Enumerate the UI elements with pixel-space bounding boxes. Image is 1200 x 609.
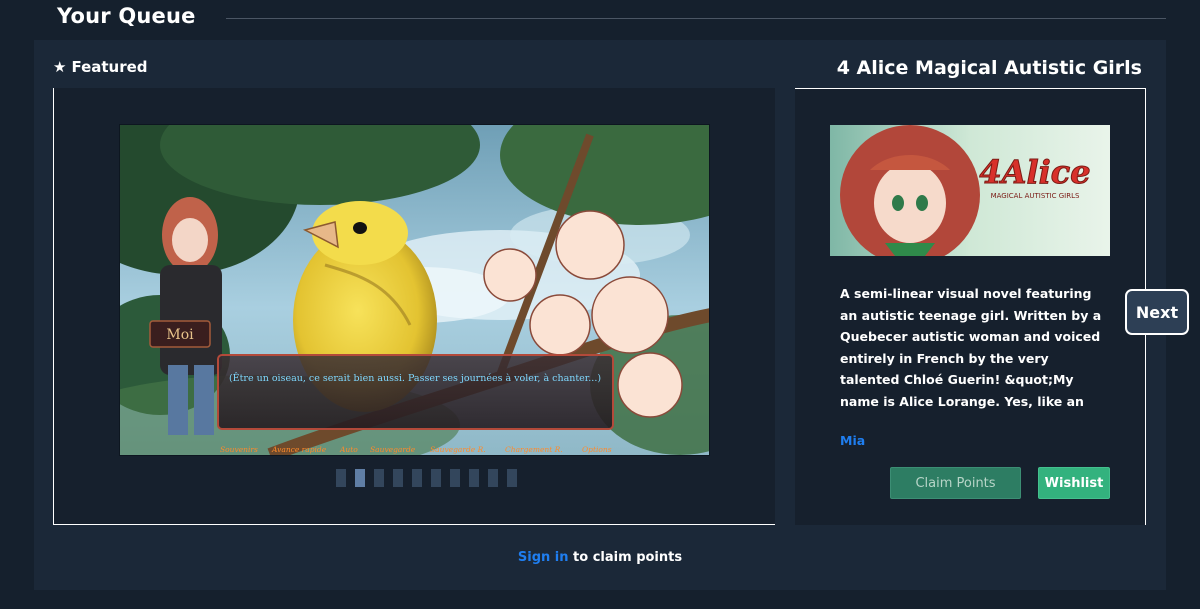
signin-prompt: Sign in to claim points — [0, 550, 1200, 565]
carousel-dot[interactable] — [469, 469, 479, 487]
screenshot-carousel-dots — [336, 469, 517, 487]
vn-menu-souvenirs: Souvenirs — [220, 445, 258, 454]
game-title[interactable]: 4 Alice Magical Autistic Girls — [837, 57, 1142, 79]
carousel-dot[interactable] — [450, 469, 460, 487]
header-divider — [226, 18, 1166, 19]
featured-text: Featured — [71, 58, 148, 76]
page-title: Your Queue — [57, 4, 196, 28]
queue-header: Your Queue — [0, 0, 1200, 36]
featured-label: ★ Featured — [53, 58, 148, 76]
carousel-dot[interactable] — [374, 469, 384, 487]
vn-menu-avance: Avance rapide — [271, 445, 327, 454]
claim-points-button[interactable]: Claim Points — [890, 467, 1021, 499]
vn-menu-save: Sauvegarde — [370, 445, 416, 454]
carousel-dot[interactable] — [336, 469, 346, 487]
next-button[interactable]: Next — [1125, 289, 1189, 335]
carousel-dot[interactable] — [412, 469, 422, 487]
carousel-dot[interactable] — [355, 469, 365, 487]
capsule-logo: 4Alice — [979, 153, 1090, 191]
game-screenshot[interactable]: Moi (Être un oiseau, ce serait bien auss… — [119, 124, 710, 456]
star-icon: ★ — [53, 58, 67, 76]
vn-menu-quicksave: Sauvegarde R. — [430, 445, 486, 454]
carousel-dot[interactable] — [507, 469, 517, 487]
dialogue-text: (Être un oiseau, ce serait bien aussi. P… — [229, 372, 601, 384]
signin-link[interactable]: Sign in — [518, 550, 569, 565]
developer-link[interactable]: Mia — [840, 433, 865, 448]
carousel-dot[interactable] — [393, 469, 403, 487]
carousel-dot[interactable] — [431, 469, 441, 487]
carousel-dot[interactable] — [488, 469, 498, 487]
game-description: A semi-linear visual novel featuring an … — [840, 286, 1102, 409]
vn-menu-auto: Auto — [339, 445, 358, 454]
speaker-name: Moi — [166, 327, 194, 343]
vn-menu-options: Options — [582, 445, 612, 454]
game-capsule-image[interactable]: 4Alice MAGICAL AUTISTIC GIRLS — [830, 125, 1110, 256]
vn-menu-quickload: Chargement R. — [505, 445, 563, 454]
capsule-logo-subtitle: MAGICAL AUTISTIC GIRLS — [991, 192, 1080, 200]
wishlist-button[interactable]: Wishlist — [1038, 467, 1110, 499]
signin-rest-text: to claim points — [568, 550, 683, 565]
